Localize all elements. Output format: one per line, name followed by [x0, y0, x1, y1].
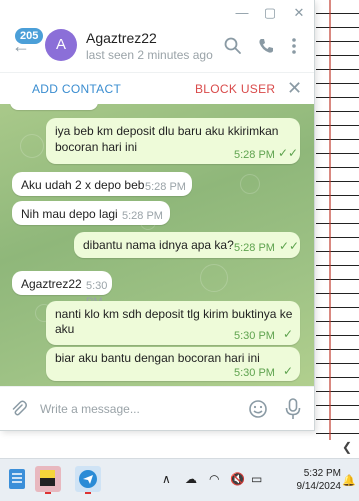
notebook-margin-line	[329, 0, 331, 440]
message-bubble-outgoing[interactable]: dibantu nama idnya apa ka? 5:28 PM ✓✓	[74, 232, 300, 258]
background-doodle	[20, 134, 44, 158]
microphone-icon[interactable]	[285, 398, 301, 420]
message-bubble-incoming[interactable]: Nih mau depo lagi 5:28 PM	[12, 201, 170, 225]
battery-icon[interactable]: ▭	[251, 472, 262, 486]
telegram-app-icon[interactable]	[73, 464, 103, 494]
emoji-icon[interactable]	[248, 399, 268, 419]
message-bubble-incoming[interactable]: Agaztrez22 5:30 PM	[12, 271, 112, 308]
notebook-ruled-lines	[316, 0, 359, 440]
message-text: Nih mau depo lagi	[21, 207, 118, 221]
message-text: biar aku bantu dengan bocoran hari ini	[55, 351, 260, 365]
message-text: nanti klo km sdh deposit tlg kirim bukti…	[55, 307, 293, 321]
check-icon: ✓	[283, 327, 294, 341]
taskbar-clock-time[interactable]: 5:32 PM	[304, 468, 341, 479]
close-window-icon[interactable]: ✕	[290, 4, 308, 22]
more-menu-icon[interactable]	[284, 36, 304, 56]
message-time: 5:28 PM	[234, 242, 275, 254]
message-time: 5:28 PM	[234, 149, 275, 161]
maximize-icon[interactable]: ▢	[261, 4, 279, 22]
check-icon: ✓	[283, 364, 294, 378]
avatar[interactable]: A	[45, 29, 77, 61]
message-text: aku	[55, 322, 75, 336]
message-bubble-partial	[10, 104, 98, 110]
speaker-muted-icon[interactable]: 🔇	[230, 472, 245, 486]
phone-icon[interactable]	[256, 36, 276, 56]
chevron-up-icon[interactable]: ∧	[162, 472, 171, 486]
message-text: bocoran hari ini	[55, 140, 138, 154]
search-icon[interactable]	[223, 36, 243, 56]
taskbar: ∧ ☁ ◠ 🔇 ▭ 5:32 PM 9/14/2024 🔔	[0, 458, 359, 501]
message-composer: Write a message...	[0, 386, 314, 430]
message-time: 5:28 PM	[145, 181, 186, 193]
background-doodle	[200, 264, 228, 292]
close-icon[interactable]: ✕	[287, 78, 302, 99]
message-text: dibantu nama idnya apa ka?	[83, 238, 234, 252]
contact-action-bar: ADD CONTACT BLOCK USER ✕	[0, 72, 314, 105]
notification-bell-icon[interactable]: 🔔	[342, 474, 356, 487]
minimize-icon[interactable]: —	[233, 4, 251, 22]
notepad-app-icon[interactable]	[2, 464, 32, 494]
double-check-icon: ✓✓	[279, 239, 300, 253]
last-seen-status: last seen 2 minutes ago	[86, 48, 213, 62]
cloud-icon[interactable]: ☁	[185, 472, 197, 486]
chat-header: — ▢ ✕ ← 205 A Agaztrez22 last seen 2 min…	[0, 0, 314, 72]
message-bubble-incoming[interactable]: Aku udah 2 x depo beb 5:28 PM	[12, 172, 192, 196]
message-time: 5:28 PM	[122, 210, 163, 222]
message-text: iya beb km deposit dlu baru aku kkirimka…	[55, 124, 279, 138]
block-user-button[interactable]: BLOCK USER	[195, 82, 275, 96]
chevron-left-icon[interactable]: ❮	[335, 437, 359, 457]
message-time: 5:30 PM	[234, 330, 275, 342]
message-text: Aku udah 2 x depo beb	[21, 178, 145, 192]
message-time: 5:30 PM	[234, 367, 275, 379]
chat-window: — ▢ ✕ ← 205 A Agaztrez22 last seen 2 min…	[0, 0, 315, 431]
message-list[interactable]: iya beb km deposit dlu baru aku kkirimka…	[0, 104, 314, 386]
message-bubble-outgoing[interactable]: nanti klo km sdh deposit tlg kirim bukti…	[46, 301, 300, 345]
wifi-icon[interactable]: ◠	[209, 472, 219, 486]
message-bubble-outgoing[interactable]: biar aku bantu dengan bocoran hari ini 5…	[46, 347, 300, 381]
background-doodle	[240, 174, 260, 194]
message-input[interactable]: Write a message...	[40, 402, 140, 416]
contact-name[interactable]: Agaztrez22	[86, 30, 157, 46]
paperclip-icon[interactable]	[10, 400, 28, 418]
sticky-notes-app-icon[interactable]	[33, 464, 63, 494]
add-contact-button[interactable]: ADD CONTACT	[32, 82, 121, 96]
double-check-icon: ✓✓	[278, 146, 299, 160]
message-text: Agaztrez22	[21, 277, 82, 291]
message-bubble-outgoing[interactable]: iya beb km deposit dlu baru aku kkirimka…	[46, 118, 300, 164]
taskbar-clock-date[interactable]: 9/14/2024	[297, 481, 342, 492]
unread-count-badge: 205	[15, 28, 44, 44]
